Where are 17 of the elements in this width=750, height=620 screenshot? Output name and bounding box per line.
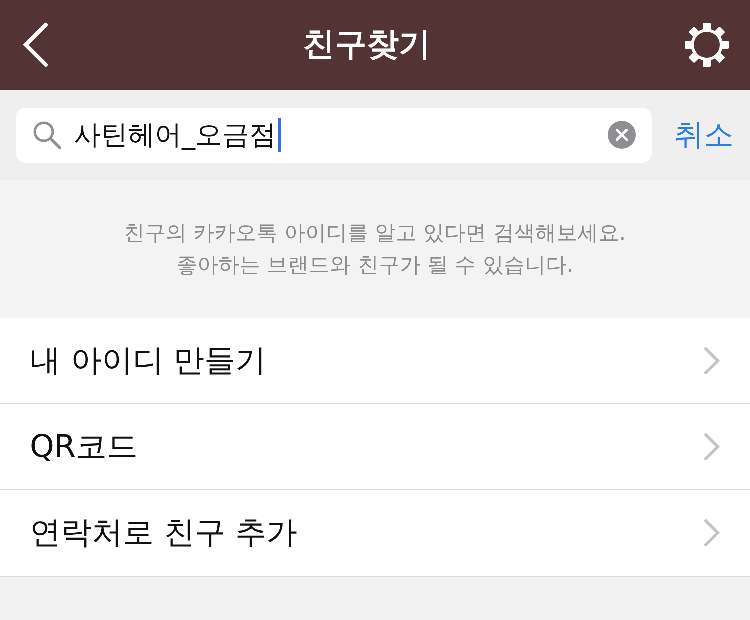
menu-item[interactable]: 연락처로 친구 추가 bbox=[0, 490, 750, 576]
settings-button[interactable] bbox=[684, 22, 730, 68]
clear-button[interactable] bbox=[608, 121, 636, 149]
search-field[interactable]: 사틴헤어_오금점 bbox=[16, 108, 652, 162]
settings-icon bbox=[684, 22, 730, 68]
chevron-icon bbox=[704, 346, 720, 374]
info-text: 좋아하는 브랜드와 친구가 될 수 있습니다. bbox=[176, 252, 574, 279]
info-text: 친구의 카카오톡 아이디를 알고 있다면 검색해보세요. bbox=[124, 220, 626, 247]
text-cursor bbox=[278, 118, 280, 152]
cancel-button[interactable]: 취소 bbox=[674, 114, 734, 156]
close-icon bbox=[616, 129, 628, 141]
menu-item[interactable]: QR코드 bbox=[0, 404, 750, 490]
menu-item[interactable]: 내 아이디 만들기 bbox=[0, 318, 750, 404]
search-icon bbox=[32, 120, 62, 150]
chevron-icon bbox=[704, 432, 720, 460]
chevron-icon bbox=[704, 519, 720, 547]
screen-title: 친구찾기 bbox=[303, 24, 431, 65]
